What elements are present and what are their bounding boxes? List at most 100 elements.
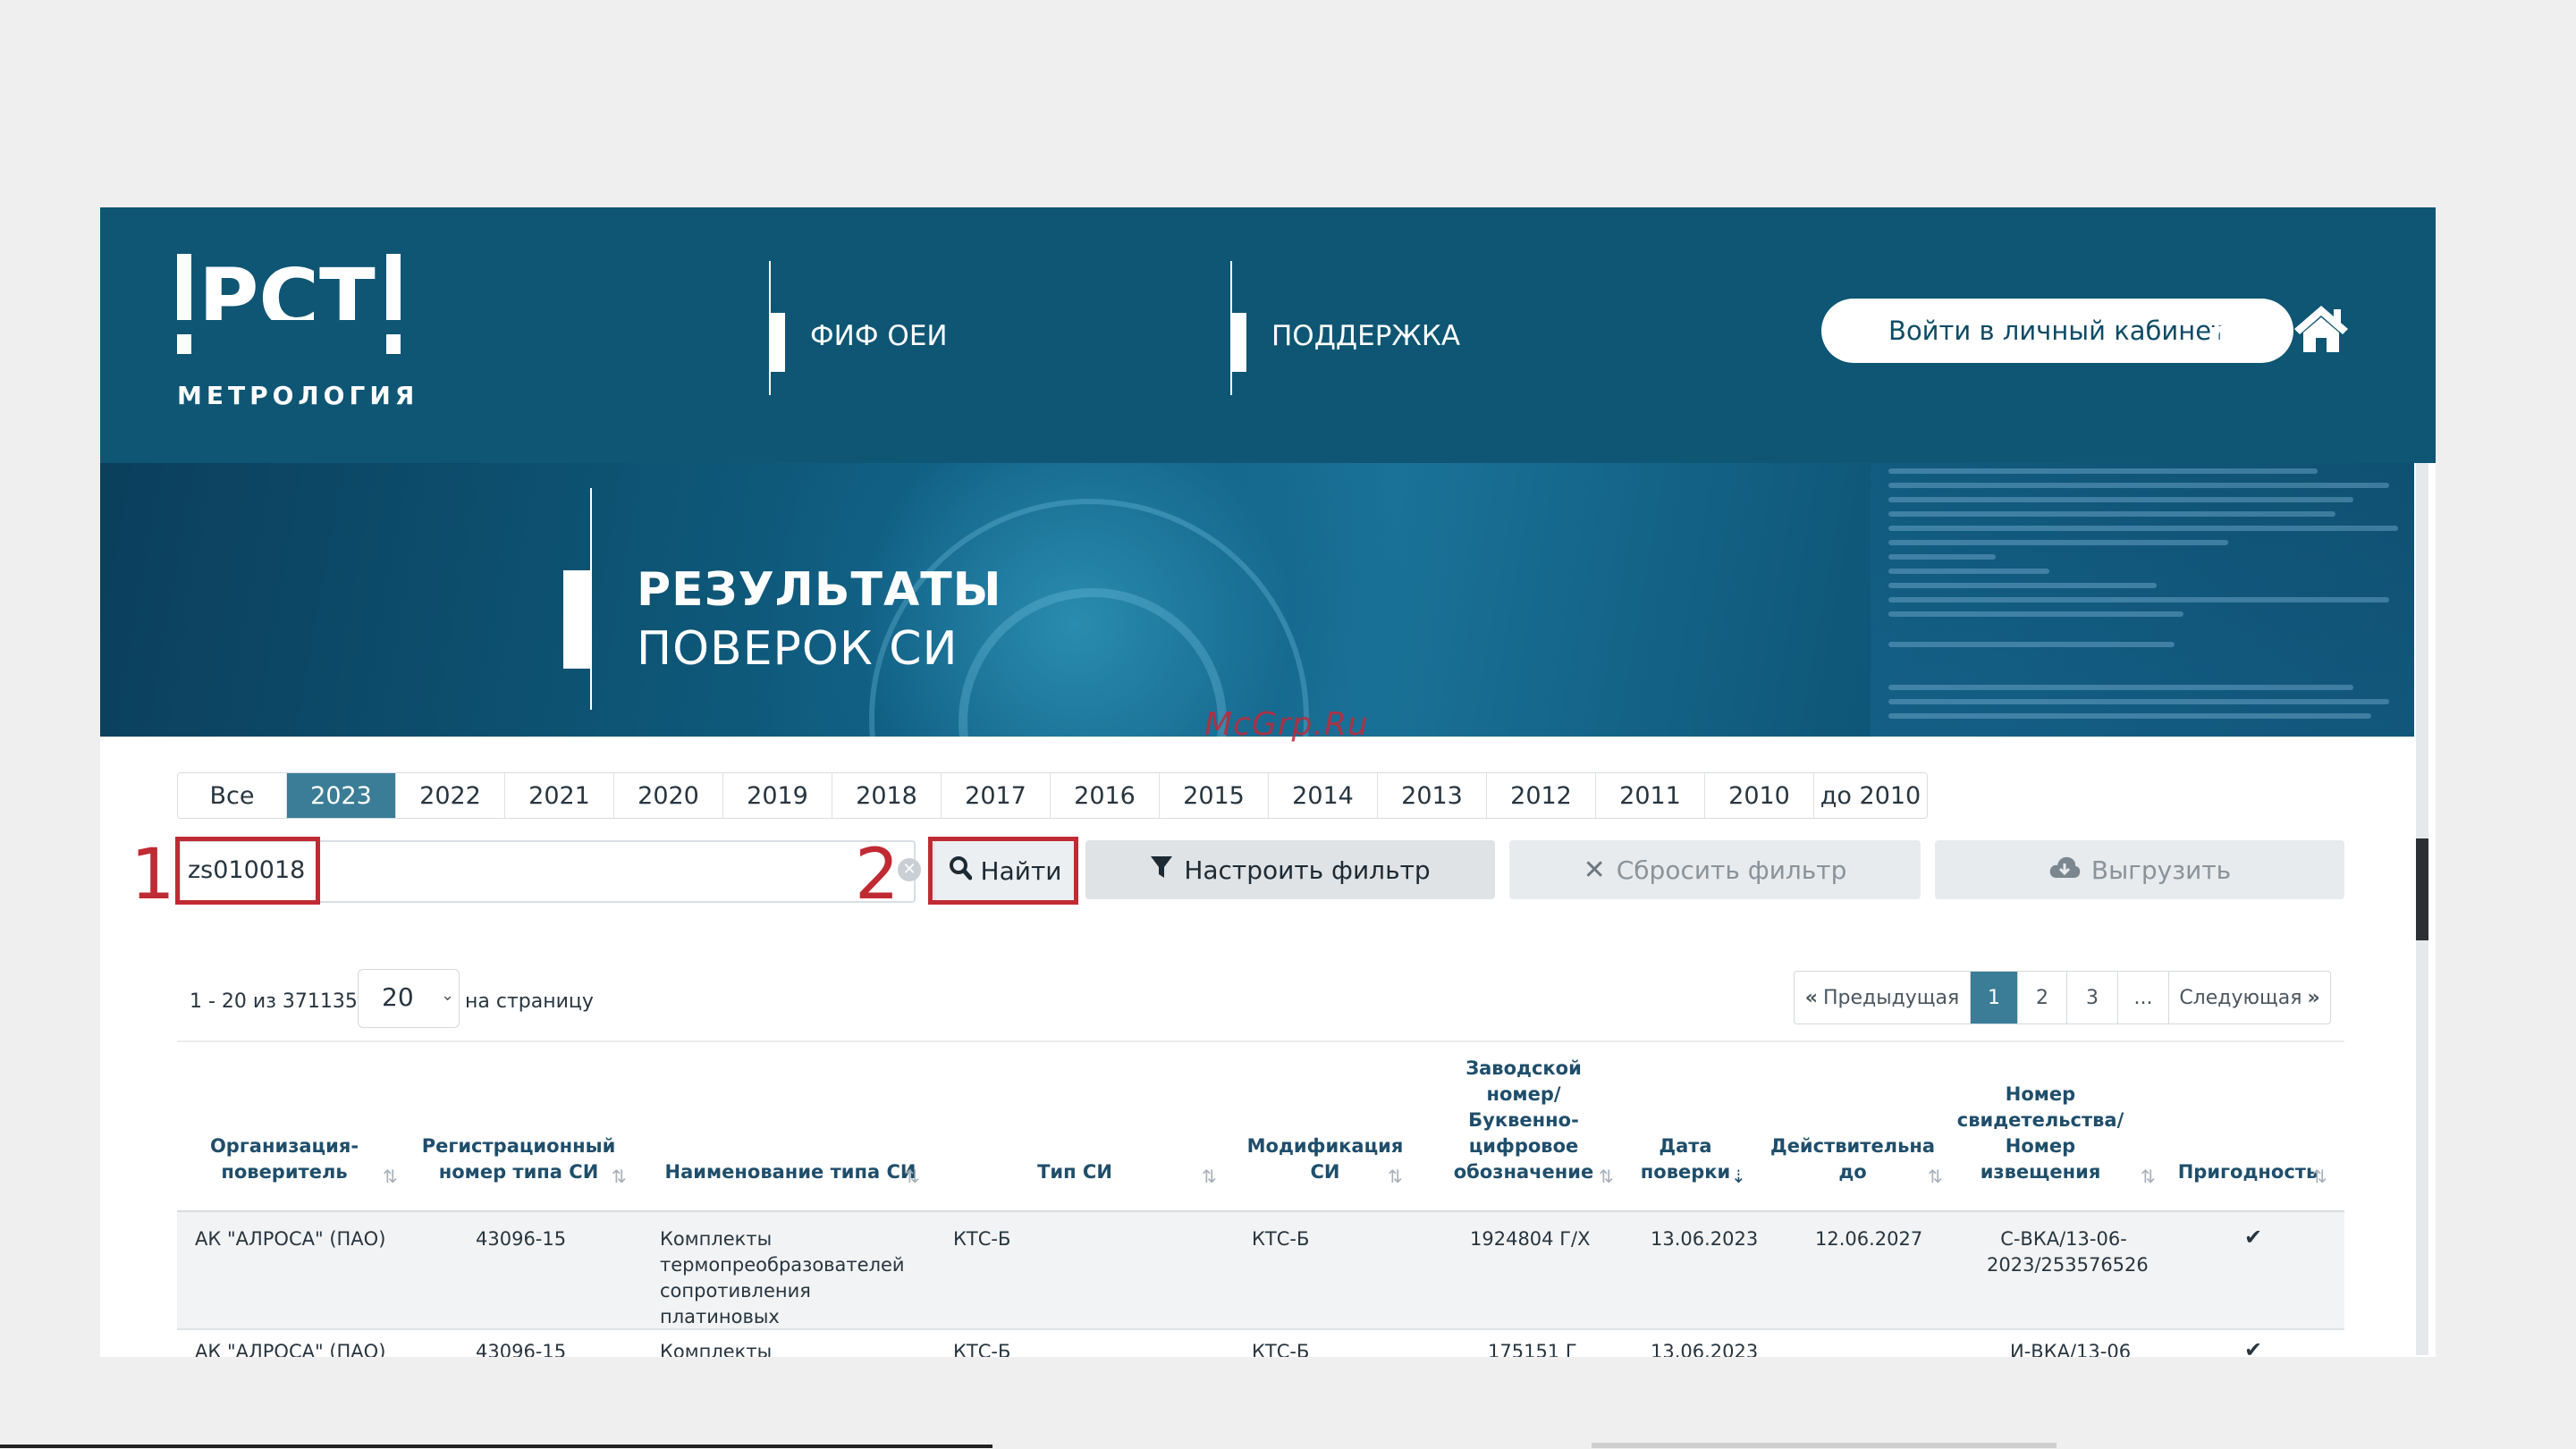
col-header-date[interactable]: Дата поверки: [1636, 1060, 1735, 1185]
cell-org: АК "АЛРОСА" (ПАО): [195, 1341, 386, 1357]
double-chevron-right-icon: »: [2307, 986, 2320, 1009]
slide-footer-smudge: [1592, 1443, 2057, 1448]
col-header-label: Действительна до: [1769, 1135, 1936, 1183]
cell-valid-until: 12.06.2027: [1815, 1228, 1923, 1250]
sort-icon[interactable]: ⇅: [1599, 1166, 1614, 1187]
find-button[interactable]: Найти: [933, 840, 1077, 901]
sort-icon[interactable]: ⇅: [1202, 1166, 1217, 1187]
scrollbar-thumb[interactable]: [2416, 838, 2428, 940]
sort-desc-icon[interactable]: ⇣: [1731, 1166, 1746, 1187]
sort-icon[interactable]: ⇅: [2141, 1166, 2156, 1187]
sort-icon[interactable]: ⇅: [2312, 1166, 2327, 1187]
next-page-button[interactable]: Следующая »: [2169, 972, 2330, 1024]
col-header-fitness[interactable]: Пригодность: [2176, 1060, 2319, 1185]
col-header-reg-number[interactable]: Регистрационный номер типа СИ: [422, 1060, 616, 1185]
cell-reg-number: 43096-15: [476, 1228, 567, 1250]
year-tab-2020[interactable]: 2020: [614, 773, 723, 818]
year-tab-2018[interactable]: 2018: [832, 773, 942, 818]
col-header-org[interactable]: Организация-поверитель: [195, 1060, 374, 1185]
reset-filter-label: Сбросить фильтр: [1616, 855, 1847, 885]
slide-bottom-line: [0, 1445, 992, 1448]
sort-icon[interactable]: ⇅: [1928, 1166, 1943, 1187]
cell-type-name: Комплекты термопреобразователей сопротив…: [660, 1228, 905, 1327]
col-header-label: Тип СИ: [1037, 1161, 1112, 1183]
search-field[interactable]: [179, 840, 916, 903]
find-button-label: Найти: [980, 855, 1062, 886]
cell-type-name: Комплекты: [660, 1341, 773, 1357]
logo-subtitle: МЕТРОЛОГИЯ: [177, 381, 419, 410]
clear-search-icon[interactable]: ✕: [898, 858, 921, 881]
watermark-text: McGrp.Ru: [1204, 706, 1369, 743]
col-header-modification[interactable]: Модификация СИ: [1247, 1060, 1404, 1185]
col-header-certificate[interactable]: Номер свидетельства/ Номер извещения: [1956, 1060, 2124, 1185]
col-header-serial[interactable]: Заводской номер/ Буквенно-цифровое обозн…: [1443, 1057, 1604, 1185]
glasses-icon[interactable]: [2213, 302, 2274, 356]
col-header-type[interactable]: Тип СИ: [941, 1060, 1209, 1185]
filter-icon: [1150, 855, 1173, 886]
col-header-type-name[interactable]: Наименование типа СИ: [656, 1060, 925, 1185]
cell-org: АК "АЛРОСА" (ПАО): [195, 1228, 386, 1250]
sort-icon[interactable]: ⇅: [1388, 1166, 1403, 1187]
chevron-down-icon: ⌄: [441, 986, 455, 1005]
banner-marker: [563, 570, 590, 669]
reset-filter-button[interactable]: ✕ Сбросить фильтр: [1509, 840, 1921, 899]
year-tab-2017[interactable]: 2017: [942, 773, 1051, 818]
page-2-button[interactable]: 2: [2018, 972, 2067, 1024]
col-header-valid-until[interactable]: Действительна до: [1769, 1060, 1936, 1185]
nav-marker: [769, 313, 785, 372]
year-tab-2011[interactable]: 2011: [1596, 773, 1705, 818]
col-header-label: Организация-поверитель: [209, 1135, 359, 1183]
year-tab-2021[interactable]: 2021: [505, 773, 614, 818]
year-tab-2012[interactable]: 2012: [1487, 773, 1596, 818]
year-tab-2014[interactable]: 2014: [1269, 773, 1378, 818]
year-tab-2013[interactable]: 2013: [1378, 773, 1487, 818]
cell-certificate[interactable]: И-ВКА/13-06: [2010, 1339, 2131, 1357]
page-title-line1: РЕЗУЛЬТАТЫ: [637, 563, 1002, 617]
year-tab-all[interactable]: Все: [178, 773, 287, 818]
col-header-label: Наименование типа СИ: [664, 1161, 916, 1183]
configure-filter-button[interactable]: Настроить фильтр: [1085, 840, 1495, 899]
year-tab-2010[interactable]: 2010: [1705, 773, 1814, 818]
sort-icon[interactable]: ⇅: [905, 1166, 920, 1187]
page-title-line2: ПОВЕРОК СИ: [637, 622, 959, 676]
cell-serial: 1924804 Г/Х: [1470, 1228, 1591, 1250]
year-tab-2023[interactable]: 2023: [287, 773, 396, 818]
cell-type: КТС-Б: [953, 1341, 1011, 1357]
cell-type: КТС-Б: [953, 1228, 1011, 1250]
search-input[interactable]: [186, 846, 315, 894]
col-header-label: Регистрационный номер типа СИ: [421, 1135, 616, 1183]
export-button[interactable]: Выгрузить: [1935, 840, 2344, 899]
nav-fif-oei-label[interactable]: ФИФ ОЕИ: [810, 320, 948, 352]
year-tabs: Все 2023 2022 2021 2020 2019 2018 2017 2…: [177, 772, 1928, 819]
home-icon[interactable]: [2293, 302, 2352, 356]
cell-serial: 175151 Г: [1488, 1341, 1577, 1357]
year-tab-2019[interactable]: 2019: [723, 773, 832, 818]
cell-reg-number: 43096-15: [476, 1341, 567, 1357]
cell-certificate[interactable]: С-ВКА/13-06-2023/253576526: [1987, 1226, 2149, 1278]
col-header-label: Пригодность: [2177, 1161, 2318, 1183]
year-tab-2016[interactable]: 2016: [1051, 773, 1160, 818]
year-tab-2015[interactable]: 2015: [1160, 773, 1269, 818]
results-count: 1 - 20 из 37113559: [190, 990, 383, 1013]
page-banner: РЕЗУЛЬТАТЫ ПОВЕРОК СИ: [100, 463, 2414, 737]
year-tab-before-2010[interactable]: до 2010: [1814, 773, 1927, 818]
col-header-label: Номер свидетельства/ Номер извещения: [1956, 1083, 2124, 1183]
page-ellipsis: ...: [2118, 972, 2169, 1024]
check-icon: ✔: [2244, 1225, 2263, 1250]
page-3-button[interactable]: 3: [2067, 972, 2118, 1024]
per-page-label: на страницу: [465, 990, 594, 1013]
sort-icon[interactable]: ⇅: [383, 1166, 398, 1187]
annotation-step-1: 1: [131, 835, 175, 915]
per-page-select[interactable]: 20 ⌄: [358, 969, 460, 1028]
prev-page-button[interactable]: « Предыдущая: [1795, 972, 1971, 1024]
banner-divider: [590, 488, 592, 710]
col-header-label: Модификация СИ: [1246, 1135, 1404, 1183]
export-label: Выгрузить: [2090, 855, 2232, 885]
per-page-value: 20: [382, 982, 414, 1012]
banner-code-overlay: [1871, 463, 2414, 737]
nav-support-label[interactable]: ПОДДЕРЖКА: [1271, 320, 1460, 352]
sort-icon[interactable]: ⇅: [612, 1166, 627, 1187]
page-1-button[interactable]: 1: [1971, 972, 2018, 1024]
rst-logo[interactable]: РСТ МЕТРОЛОГИЯ: [177, 251, 414, 415]
year-tab-2022[interactable]: 2022: [396, 773, 505, 818]
